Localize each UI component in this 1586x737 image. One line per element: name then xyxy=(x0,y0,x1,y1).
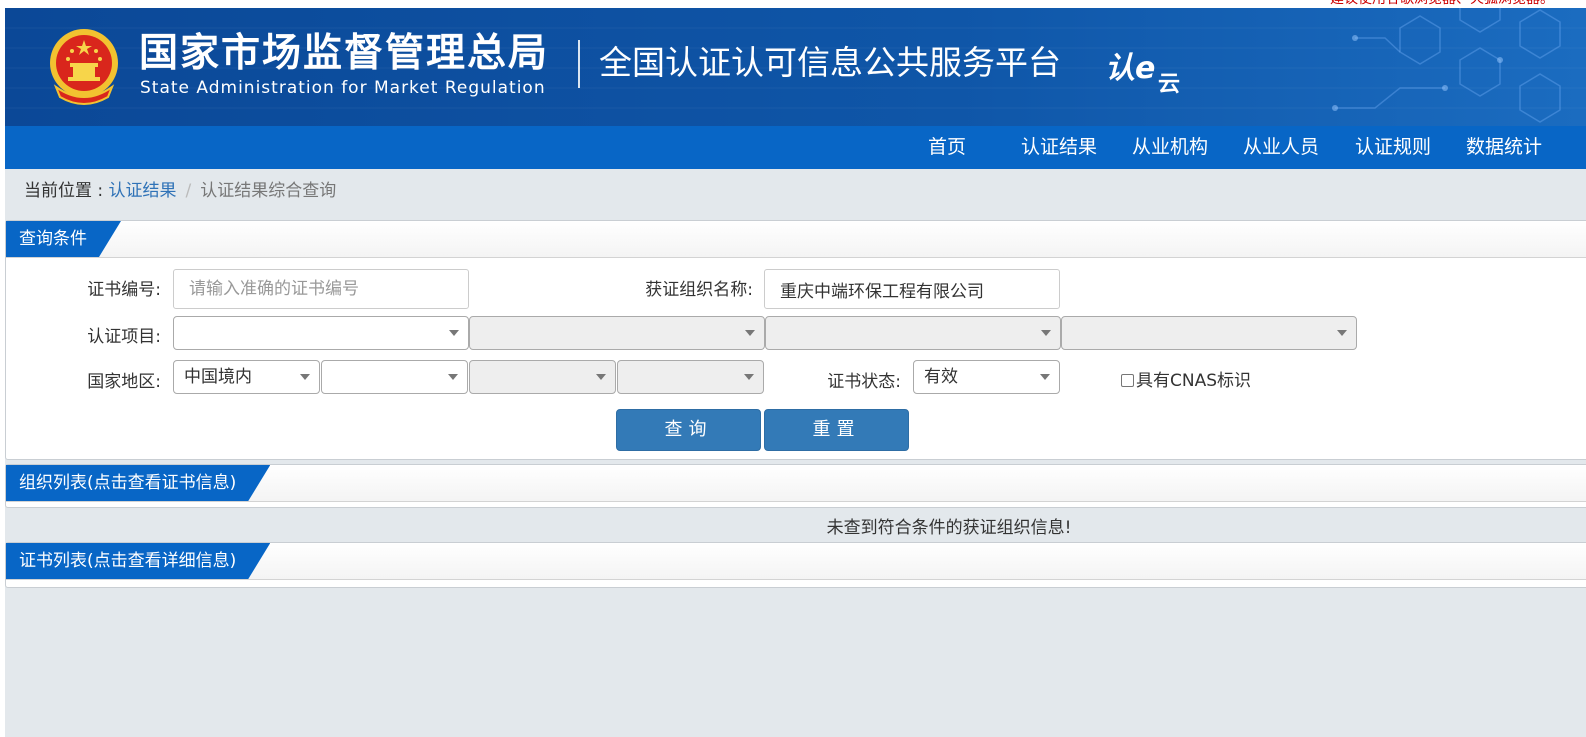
org-list-title: 组织列表(点击查看证书信息) xyxy=(6,465,270,501)
chevron-down-icon xyxy=(1337,330,1347,336)
status-select[interactable]: 有效 xyxy=(913,360,1060,394)
status-select-value: 有效 xyxy=(924,367,958,387)
cert-no-input[interactable] xyxy=(173,269,469,309)
header-divider xyxy=(578,40,580,88)
project-select-3[interactable] xyxy=(765,316,1061,350)
region-label: 国家地区: xyxy=(87,372,161,392)
region-select-province[interactable] xyxy=(321,360,468,394)
region-select-country-value: 中国境内 xyxy=(184,367,252,387)
chevron-down-icon xyxy=(1041,330,1051,336)
browser-notice: 建议使用谷歌浏览器、火狐浏览器。 xyxy=(1330,0,1554,8)
cnas-checkbox-text: 具有CNAS标识 xyxy=(1136,371,1252,391)
breadcrumb-link-cert-results[interactable]: 认证结果 xyxy=(109,181,177,201)
platform-logo-main: 认e xyxy=(1105,51,1156,86)
project-select-2[interactable] xyxy=(469,316,765,350)
region-select-district[interactable] xyxy=(617,360,764,394)
org-name-label: 获证组织名称: xyxy=(645,280,753,300)
breadcrumb-label: 当前位置 : xyxy=(24,181,109,201)
page: 国家市场监督管理总局 State Administration for Mark… xyxy=(5,8,1586,737)
reset-button[interactable]: 重置 xyxy=(764,409,909,451)
nav-item-institutions[interactable]: 从业机构 xyxy=(1132,126,1208,169)
org-list-panel: 组织列表(点击查看证书信息) xyxy=(5,464,1586,508)
chevron-down-icon xyxy=(596,374,606,380)
cnas-checkbox-label[interactable]: 具有CNAS标识 xyxy=(1121,369,1251,393)
query-panel-header: 查询条件 xyxy=(6,221,1586,258)
org-list-header: 组织列表(点击查看证书信息) xyxy=(6,465,1586,502)
org-list-empty-message: 未查到符合条件的获证组织信息! xyxy=(826,518,1072,538)
org-name-cn: 国家市场监督管理总局 xyxy=(139,31,550,76)
nav-item-statistics[interactable]: 数据统计 xyxy=(1466,126,1542,169)
project-select-1[interactable] xyxy=(173,316,469,350)
cert-list-panel: 证书列表(点击查看详细信息) xyxy=(5,542,1586,588)
chevron-down-icon xyxy=(1040,374,1050,380)
chevron-down-icon xyxy=(449,330,459,336)
cert-list-header: 证书列表(点击查看详细信息) xyxy=(6,543,1586,580)
national-emblem-icon xyxy=(50,29,118,105)
nav-item-home[interactable]: 首页 xyxy=(928,126,966,169)
region-select-city[interactable] xyxy=(469,360,616,394)
region-select-country[interactable]: 中国境内 xyxy=(173,360,320,394)
chevron-down-icon xyxy=(448,374,458,380)
nav-item-cert-results[interactable]: 认证结果 xyxy=(1021,126,1097,169)
chevron-down-icon xyxy=(300,374,310,380)
nav-item-rules[interactable]: 认证规则 xyxy=(1355,126,1431,169)
chevron-down-icon xyxy=(745,330,755,336)
org-name-input[interactable] xyxy=(764,269,1060,309)
breadcrumb: 当前位置 : 认证结果 / 认证结果综合查询 xyxy=(24,179,336,203)
site-header: 国家市场监督管理总局 State Administration for Mark… xyxy=(5,8,1586,126)
nav-item-personnel[interactable]: 从业人员 xyxy=(1243,126,1319,169)
query-panel-title: 查询条件 xyxy=(6,221,121,257)
chevron-down-icon xyxy=(744,374,754,380)
platform-logo-sub: 云 xyxy=(1158,72,1181,97)
breadcrumb-current: 认证结果综合查询 xyxy=(200,181,337,201)
status-label: 证书状态: xyxy=(827,372,901,392)
cnas-checkbox[interactable] xyxy=(1121,374,1134,387)
project-select-4[interactable] xyxy=(1061,316,1357,350)
main-nav: 首页 认证结果 从业机构 从业人员 认证规则 数据统计 xyxy=(5,126,1586,169)
search-button[interactable]: 查询 xyxy=(616,409,761,451)
org-name-en: State Administration for Market Regulati… xyxy=(140,78,546,98)
cert-no-label: 证书编号: xyxy=(87,280,161,300)
project-label: 认证项目: xyxy=(87,327,161,347)
platform-name: 全国认证认可信息公共服务平台 xyxy=(599,43,1061,82)
cert-list-title: 证书列表(点击查看详细信息) xyxy=(6,543,270,579)
breadcrumb-separator: / xyxy=(185,181,192,201)
